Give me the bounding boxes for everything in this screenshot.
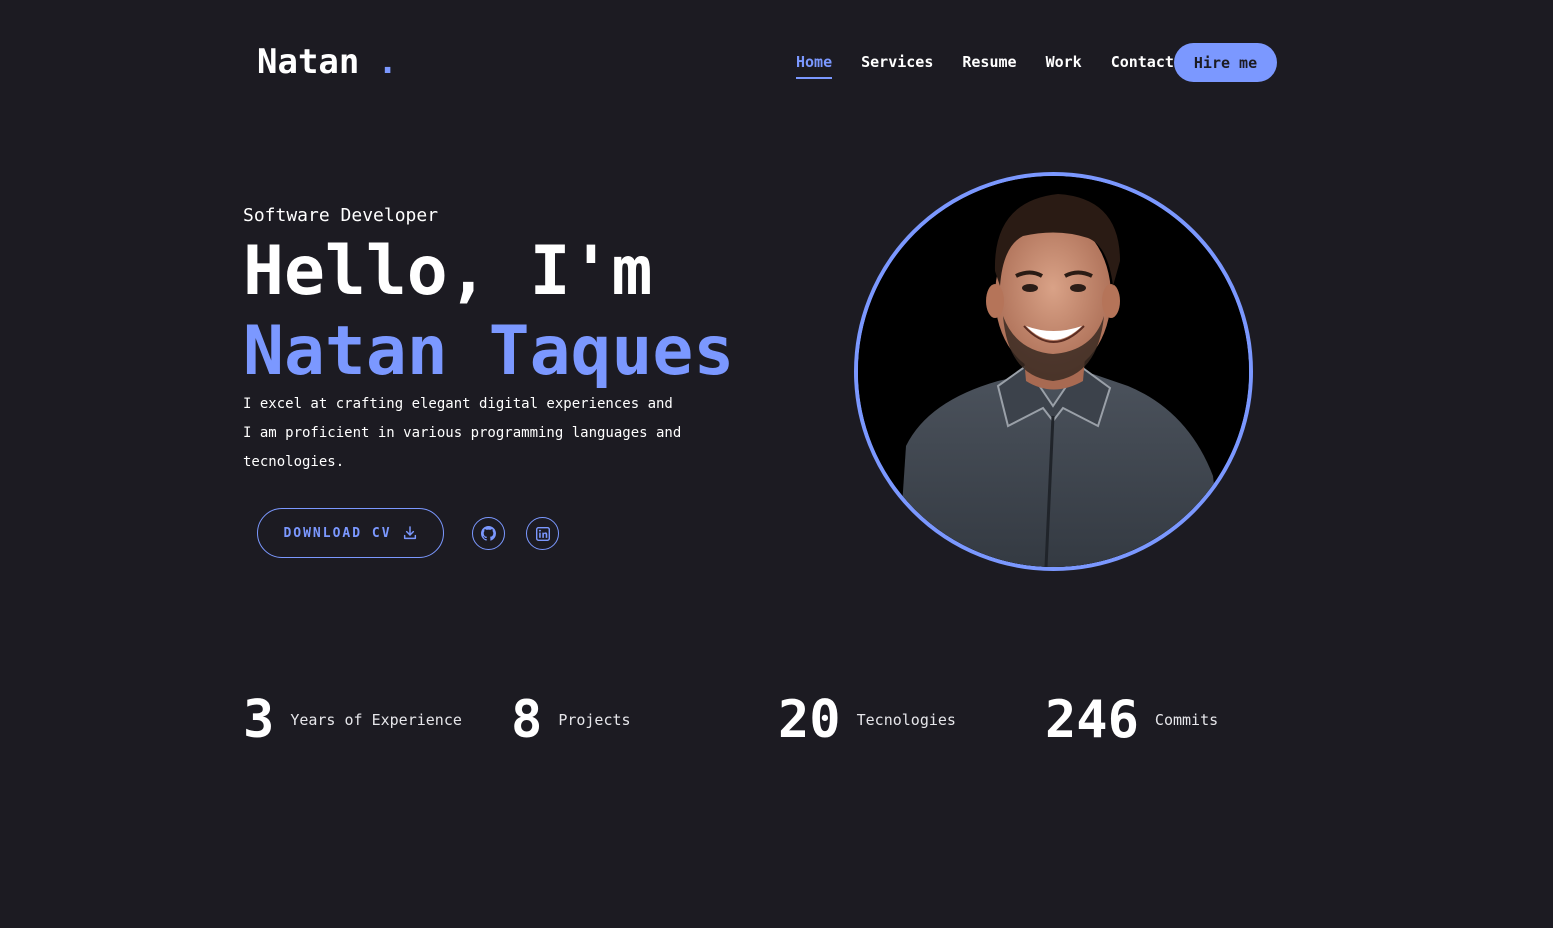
stat-value: 246 — [1045, 690, 1139, 750]
bio-line: I excel at crafting elegant digital expe… — [243, 396, 673, 412]
stat-projects: 8 Projects — [511, 690, 631, 750]
stat-label: Tecnologies — [856, 711, 956, 729]
stat-value: 20 — [778, 690, 841, 750]
github-link[interactable] — [472, 517, 505, 550]
logo-dot: . — [377, 42, 398, 82]
hero-name: Natan Taques — [243, 312, 735, 391]
stat-commits: 246 Commits — [1045, 690, 1218, 750]
stat-technologies: 20 Tecnologies — [778, 690, 956, 750]
linkedin-icon — [535, 526, 550, 541]
bio-line: I am proficient in various programming l… — [243, 425, 682, 441]
stat-experience: 3 Years of Experience — [243, 690, 462, 750]
main-nav: Home Services Resume Work Contact — [796, 43, 1203, 83]
hero-greeting: Hello, I'm — [243, 232, 653, 311]
hero-bio: I excel at crafting elegant digital expe… — [243, 390, 713, 477]
profile-photo-image — [858, 176, 1249, 567]
github-icon — [481, 526, 496, 541]
download-icon — [403, 526, 416, 540]
stat-label: Commits — [1154, 711, 1219, 729]
nav-services[interactable]: Services — [861, 53, 933, 73]
download-cv-label: DOWNLOAD CV — [283, 525, 392, 541]
nav-contact[interactable]: Contact — [1111, 53, 1174, 73]
nav-home[interactable]: Home — [796, 53, 833, 79]
hero-role: Software Developer — [243, 205, 439, 226]
stat-label: Years of Experience — [290, 711, 462, 729]
hire-me-button[interactable]: Hire me — [1174, 43, 1277, 82]
linkedin-link[interactable] — [526, 517, 559, 550]
logo-text: Natan — [257, 42, 360, 82]
nav-work[interactable]: Work — [1046, 53, 1082, 73]
profile-photo — [854, 172, 1253, 571]
site-logo[interactable]: Natan. — [257, 42, 398, 82]
download-cv-button[interactable]: DOWNLOAD CV — [257, 508, 444, 558]
stat-value: 8 — [511, 690, 543, 750]
bio-line: tecnologies. — [243, 454, 345, 470]
nav-resume[interactable]: Resume — [962, 53, 1016, 73]
stat-value: 3 — [243, 690, 275, 750]
stat-label: Projects — [558, 711, 631, 729]
page: Natan. Home Services Resume Work Contact… — [0, 0, 1553, 928]
